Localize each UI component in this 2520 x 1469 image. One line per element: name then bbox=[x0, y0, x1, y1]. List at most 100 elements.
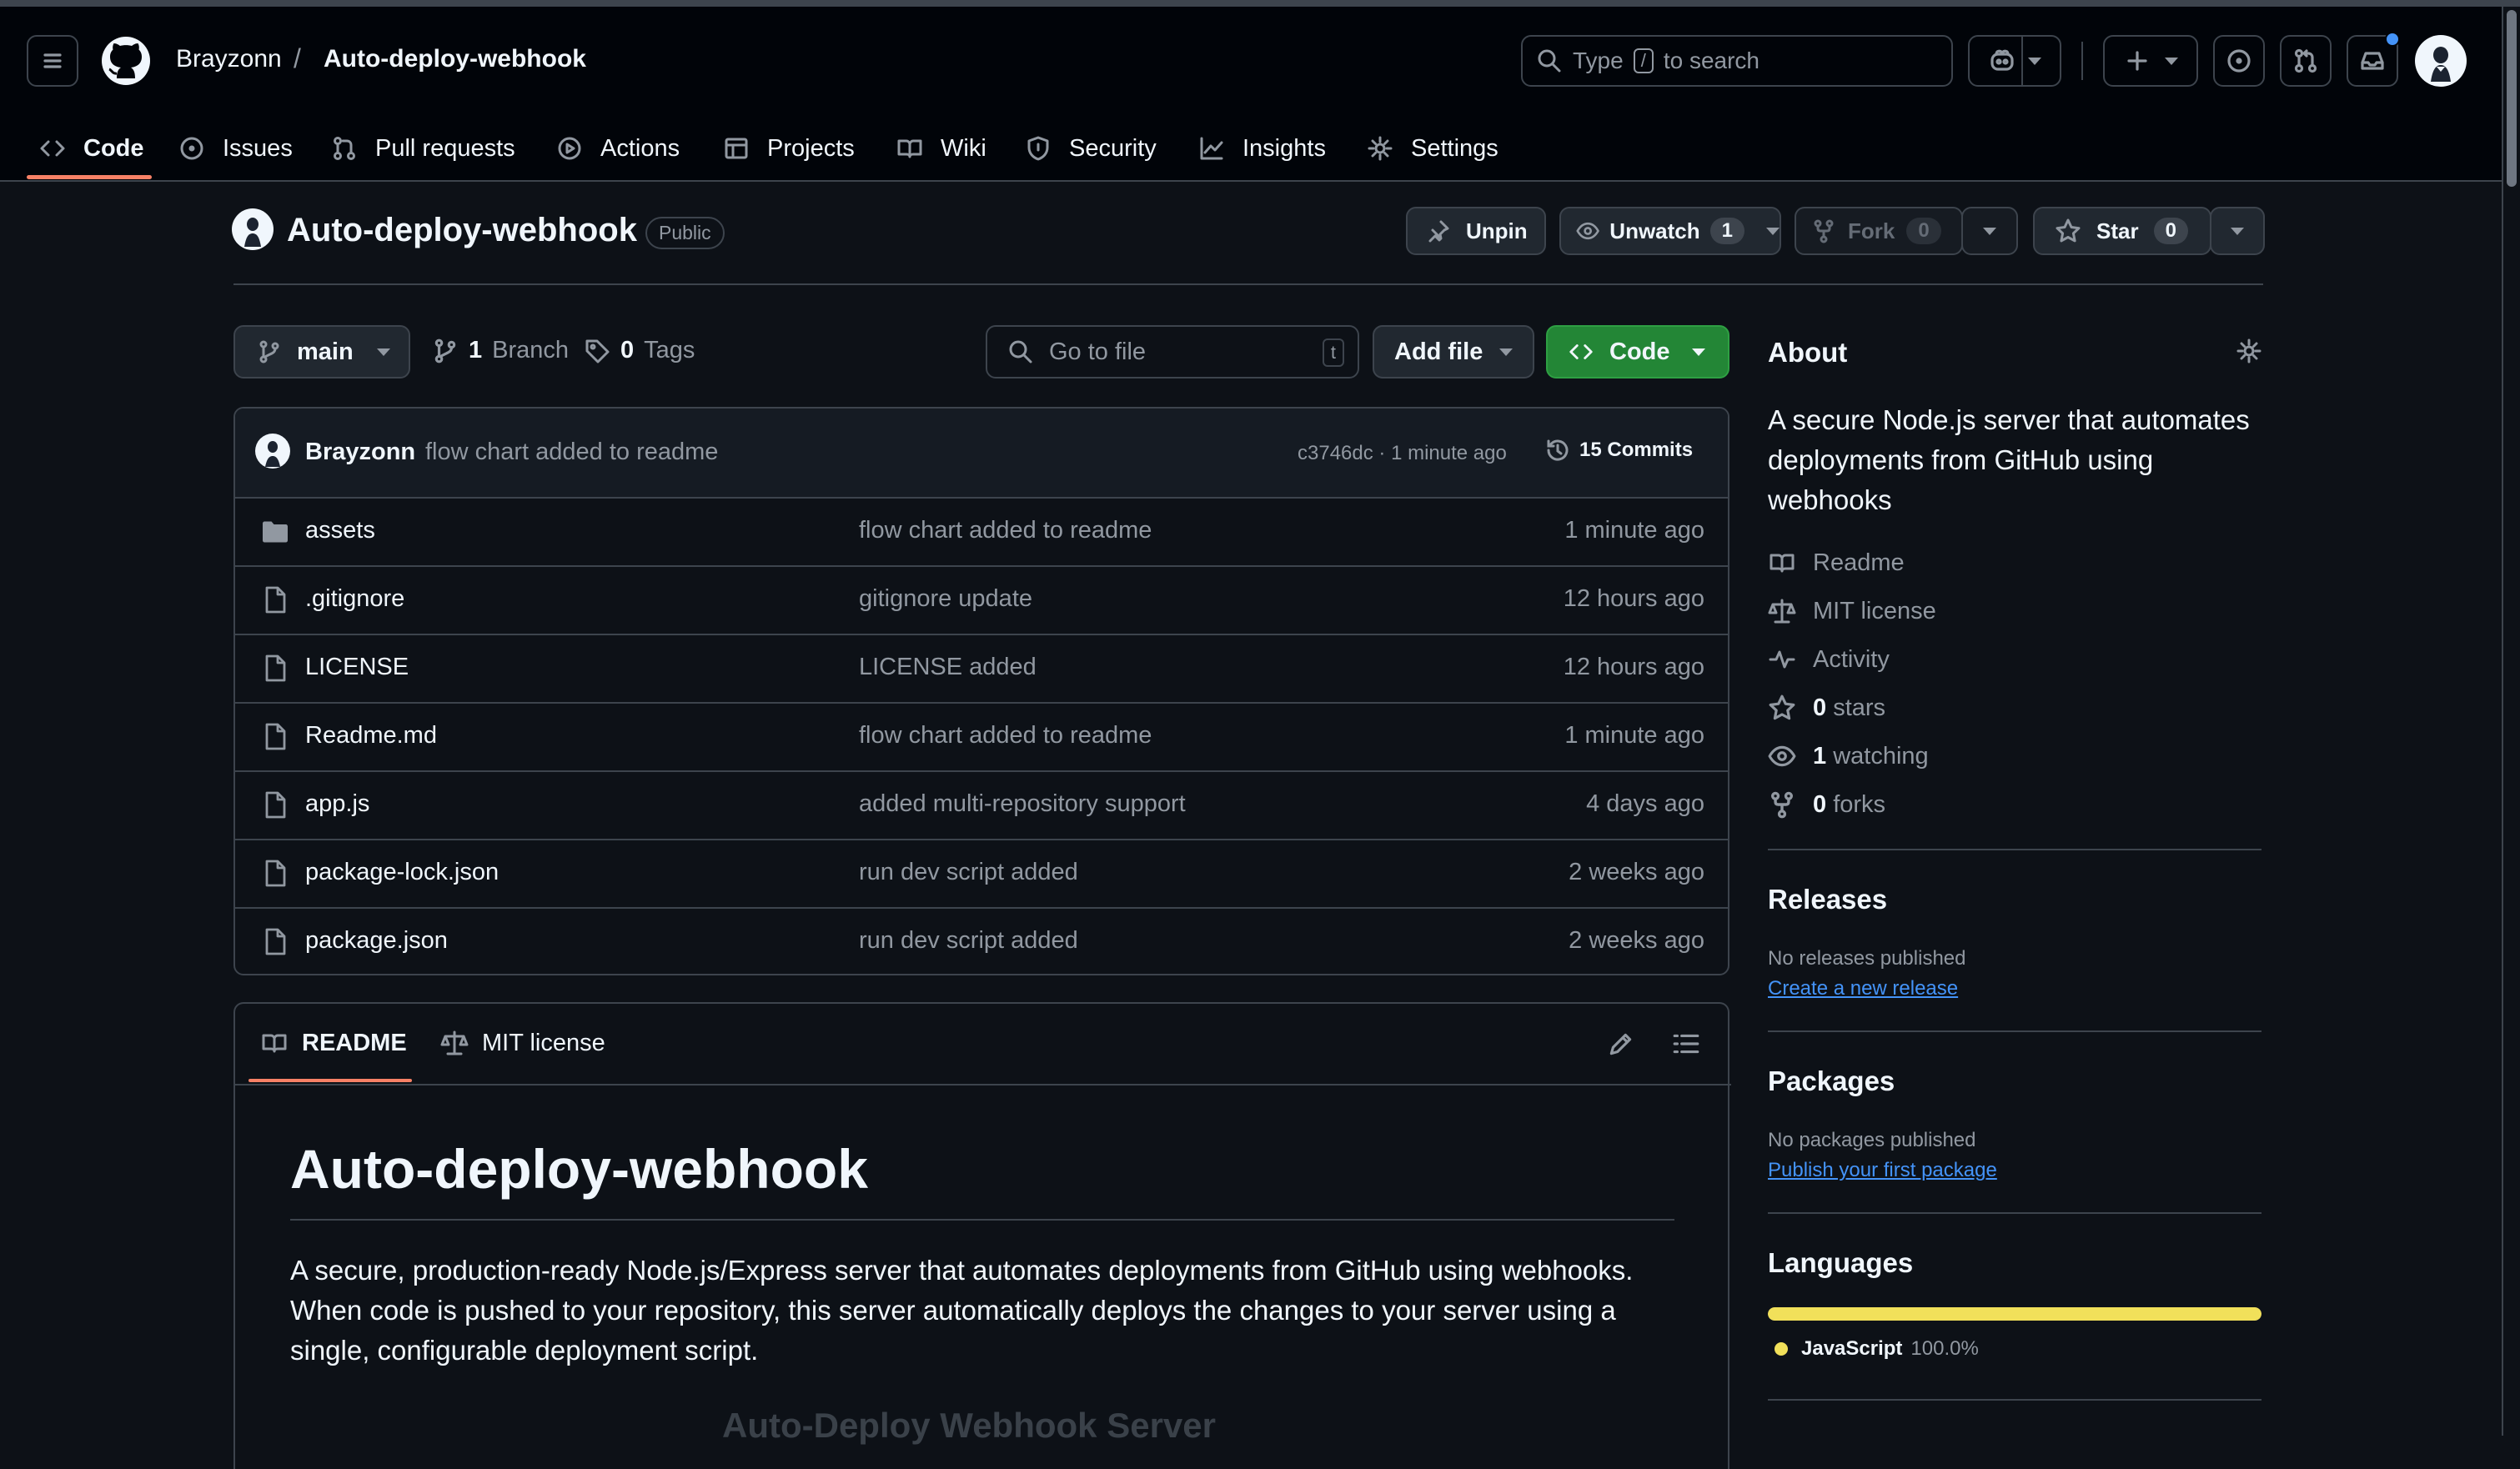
file-commit-message[interactable]: run dev script added bbox=[859, 927, 1078, 955]
commit-author-avatar[interactable] bbox=[255, 434, 290, 469]
file-name[interactable]: package.json bbox=[305, 927, 448, 955]
tab-settings-label: Settings bbox=[1411, 134, 1498, 162]
sidebar-license-link[interactable]: MIT license bbox=[1768, 594, 1936, 628]
file-row[interactable]: LICENSE LICENSE added 12 hours ago bbox=[235, 634, 1728, 702]
breadcrumb-owner[interactable]: Brayzonn bbox=[176, 45, 282, 73]
commits-link[interactable]: 15 Commits bbox=[1544, 437, 1693, 464]
your-pull-requests-button[interactable] bbox=[2280, 35, 2332, 87]
readme-title-rule bbox=[290, 1219, 1674, 1221]
repo-title[interactable]: Auto-deploy-webhook bbox=[287, 212, 637, 249]
chevron-down-icon bbox=[1691, 348, 1705, 356]
sidebar-watching-link[interactable]: 1 watching bbox=[1768, 740, 1929, 773]
search-icon bbox=[1538, 49, 1561, 73]
outline-list-icon[interactable] bbox=[1671, 1029, 1701, 1059]
file-commit-message[interactable]: gitignore update bbox=[859, 585, 1032, 613]
packages-title[interactable]: Packages bbox=[1768, 1065, 1895, 1097]
create-release-link[interactable]: Create a new release bbox=[1768, 977, 1958, 1000]
code-button[interactable]: Code bbox=[1546, 325, 1729, 379]
file-commit-time: 2 weeks ago bbox=[1569, 859, 1704, 885]
book-icon bbox=[262, 1034, 287, 1053]
gear-icon[interactable] bbox=[2235, 337, 2263, 365]
branch-selector[interactable]: main bbox=[233, 325, 410, 379]
star-button[interactable]: Star 0 bbox=[2033, 207, 2211, 255]
book-icon bbox=[1770, 554, 1795, 573]
global-search-input[interactable]: Type / to search bbox=[1521, 35, 1953, 87]
avatar[interactable] bbox=[2415, 35, 2467, 87]
sidebar-stars-link[interactable]: 0 stars bbox=[1768, 691, 1885, 724]
commit-author[interactable]: Brayzonn bbox=[305, 439, 415, 466]
file-name[interactable]: .gitignore bbox=[305, 585, 404, 613]
your-issues-button[interactable] bbox=[2213, 35, 2265, 87]
fork-dropdown-button[interactable] bbox=[1961, 207, 2018, 255]
tab-issues[interactable]: Issues bbox=[178, 130, 293, 167]
code-button-label: Code bbox=[1609, 338, 1670, 365]
sidebar-forks-link[interactable]: 0 forks bbox=[1768, 788, 1885, 821]
file-name[interactable]: assets bbox=[305, 517, 375, 544]
code-icon bbox=[1569, 344, 1593, 359]
owner-avatar[interactable] bbox=[232, 208, 274, 250]
file-name[interactable]: LICENSE bbox=[305, 654, 409, 681]
tab-settings[interactable]: Settings bbox=[1366, 130, 1498, 167]
file-commit-message[interactable]: flow chart added to readme bbox=[859, 722, 1152, 750]
publish-package-link[interactable]: Publish your first package bbox=[1768, 1159, 1997, 1182]
tab-readme[interactable]: README bbox=[260, 1029, 407, 1057]
file-name[interactable]: Readme.md bbox=[305, 722, 437, 750]
language-item-javascript[interactable]: JavaScript 100.0% bbox=[1775, 1337, 1979, 1361]
tab-projects[interactable]: Projects bbox=[722, 130, 855, 167]
go-to-file-input[interactable]: Go to file t bbox=[986, 325, 1359, 379]
file-row[interactable]: package-lock.json run dev script added 2 w… bbox=[235, 839, 1728, 907]
window-top-edge bbox=[0, 0, 2520, 7]
star-dropdown-button[interactable] bbox=[2210, 207, 2265, 255]
tab-insights[interactable]: Insights bbox=[1197, 130, 1326, 167]
gear-icon bbox=[1368, 136, 1393, 161]
file-name[interactable]: package-lock.json bbox=[305, 859, 499, 886]
file-name[interactable]: app.js bbox=[305, 790, 369, 818]
file-commit-message[interactable]: flow chart added to readme bbox=[859, 517, 1152, 544]
commit-hash-time[interactable]: c3746dc · 1 minute ago bbox=[1298, 442, 1507, 465]
file-row[interactable]: app.js added multi-repository support 4 da… bbox=[235, 770, 1728, 839]
about-description: A secure Node.js server that automates d… bbox=[1768, 400, 2250, 520]
releases-title[interactable]: Releases bbox=[1768, 884, 1887, 915]
tab-license[interactable]: MIT license bbox=[440, 1029, 605, 1057]
unpin-button[interactable]: Unpin bbox=[1406, 207, 1546, 255]
commits-count: 15 Commits bbox=[1579, 439, 1694, 461]
notification-dot bbox=[2385, 32, 2400, 47]
branch-count: 1 bbox=[469, 337, 483, 363]
global-header: Brayzonn / Auto-deploy-webhook Type / to… bbox=[0, 7, 2502, 182]
branches-link[interactable]: 1 Branch bbox=[432, 337, 569, 364]
file-row[interactable]: Readme.md flow chart added to readme 1 min… bbox=[235, 702, 1728, 770]
scrollbar-track[interactable] bbox=[2502, 7, 2520, 1436]
sidebar-activity-link[interactable]: Activity bbox=[1768, 643, 1890, 676]
sidebar-readme-link[interactable]: Readme bbox=[1768, 546, 1905, 579]
file-commit-message[interactable]: added multi-repository support bbox=[859, 790, 1186, 818]
star-label: Star bbox=[2096, 218, 2139, 243]
breadcrumb-repo[interactable]: Auto-deploy-webhook bbox=[324, 45, 586, 73]
fork-button[interactable]: Fork 0 bbox=[1795, 207, 1963, 255]
scrollbar-thumb[interactable] bbox=[2507, 10, 2517, 187]
pencil-icon[interactable] bbox=[1606, 1029, 1636, 1059]
file-icon bbox=[265, 586, 286, 614]
add-file-button[interactable]: Add file bbox=[1373, 325, 1534, 379]
copilot-button[interactable] bbox=[1968, 35, 2061, 87]
notifications-button[interactable] bbox=[2347, 32, 2400, 87]
unpin-label: Unpin bbox=[1466, 218, 1528, 243]
tab-pull-requests[interactable]: Pull requests bbox=[330, 130, 515, 167]
file-commit-message[interactable]: LICENSE added bbox=[859, 654, 1037, 681]
pulse-icon bbox=[1769, 650, 1795, 669]
tab-wiki[interactable]: Wiki bbox=[896, 130, 986, 167]
file-row[interactable]: .gitignore gitignore update 12 hours ago bbox=[235, 565, 1728, 634]
tab-security[interactable]: Security bbox=[1024, 130, 1157, 167]
unwatch-button[interactable]: Unwatch 1 bbox=[1559, 207, 1781, 255]
file-row[interactable]: assets flow chart added to readme 1 minute… bbox=[235, 497, 1728, 565]
file-commit-message[interactable]: run dev script added bbox=[859, 859, 1078, 886]
menu-button[interactable] bbox=[27, 35, 78, 87]
create-new-button[interactable] bbox=[2103, 35, 2198, 87]
file-row[interactable]: package.json run dev script added 2 weeks … bbox=[235, 907, 1728, 974]
tab-actions[interactable]: Actions bbox=[555, 130, 680, 167]
readme-intro: A secure, production-ready Node.js/Expre… bbox=[290, 1251, 1633, 1371]
commit-message[interactable]: flow chart added to readme bbox=[425, 439, 718, 466]
github-logo-icon[interactable] bbox=[100, 35, 152, 87]
chevron-down-icon bbox=[2165, 57, 2178, 65]
tags-link[interactable]: 0 Tags bbox=[584, 337, 695, 364]
tab-code[interactable]: Code bbox=[38, 130, 144, 167]
